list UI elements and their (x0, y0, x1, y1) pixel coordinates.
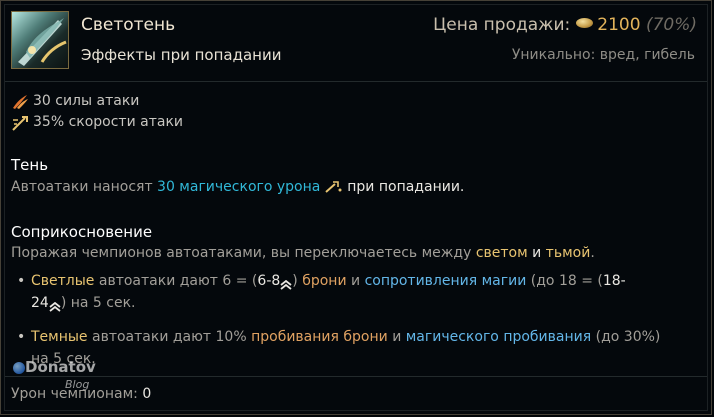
stats-list: 30 силы атаки 35% скорости атаки (11, 91, 183, 133)
range-value: 6-8 (257, 273, 281, 289)
desc-text: Поражая чемпионов автоатаками, вы перекл… (11, 245, 472, 261)
bullet-text-part: (до 18 = ( (530, 273, 603, 289)
keyword-light: светом (475, 245, 528, 261)
sell-price-value: 2100 (597, 15, 641, 35)
watermark-brand: Donatov (25, 358, 96, 376)
armor-text: брони (302, 273, 347, 289)
sell-price-percent: (70%) (645, 15, 697, 35)
bullet-text-part: ) на 5 сек. (60, 295, 136, 311)
bullet-text-part: автоатаки дают 6 = ( (98, 273, 258, 289)
passive-desc-shadow: Автоатаки наносят 30 магического урона п… (11, 179, 464, 195)
unique-tags: Уникально: вред, гибель (511, 47, 695, 63)
armor-pen-text: пробивания брони (251, 329, 388, 345)
bullet-text-part: автоатаки дают 10% (92, 329, 247, 345)
level-chevron-icon (280, 275, 292, 290)
stat-text: 35% скорости атаки (33, 114, 184, 130)
header-divider (5, 81, 707, 82)
bullet-text: Светлые автоатаки дают 6 = (6-8) брони и… (31, 270, 701, 314)
bullet-text-part: ) (292, 273, 298, 289)
range-value: 24 (31, 295, 49, 311)
desc-and: и (532, 245, 542, 261)
watermark-logo: Donatov Blog (13, 358, 133, 398)
globe-icon (13, 362, 25, 374)
stat-text: 30 силы атаки (33, 93, 140, 109)
attack-damage-icon (11, 94, 29, 110)
keyword-dark: Темные (31, 329, 88, 345)
item-tooltip: Светотень Эффекты при попадании Цена про… (0, 0, 712, 415)
blade-icon (11, 11, 69, 69)
watermark-sub: Blog (65, 378, 90, 391)
sell-price-label: Цена продажи: (433, 15, 571, 35)
bullet-text-part: (до 30%) (595, 329, 661, 345)
range-value: 18- (602, 273, 626, 289)
bullet-dot: • (17, 329, 26, 345)
attack-speed-icon (11, 115, 29, 131)
bullet-and: и (351, 273, 361, 289)
keyword-dark: тьмой (545, 245, 591, 261)
bullet-light: • Светлые автоатаки дают 6 = (6-8) брони… (17, 270, 701, 314)
bullet-and: и (392, 329, 402, 345)
on-hit-icon (325, 181, 343, 193)
passive-title-shadow: Тень (11, 156, 49, 174)
item-name: Светотень (81, 15, 176, 35)
desc-text-end: при попадании. (347, 179, 465, 195)
bullet-dot: • (17, 273, 26, 289)
stat-attack-speed: 35% скорости атаки (11, 112, 183, 133)
magic-damage-text: 30 магического урона (157, 179, 321, 195)
item-subtitle: Эффекты при попадании (81, 46, 282, 64)
sell-price: Цена продажи: 2100 (70%) (433, 15, 697, 35)
keyword-light: Светлые (31, 273, 95, 289)
passive-desc-contact: Поражая чемпионов автоатаками, вы перекл… (11, 245, 595, 261)
magic-resist-text: сопротивления магии (364, 273, 527, 289)
passive-title-contact: Соприкосновение (11, 223, 153, 241)
desc-period: . (590, 245, 595, 261)
desc-text: Автоатаки наносят (11, 179, 153, 195)
stat-attack-damage: 30 силы атаки (11, 91, 183, 112)
footer-value: 0 (142, 386, 152, 402)
magic-pen-text: магического пробивания (405, 329, 592, 345)
gold-coin-icon (576, 18, 594, 28)
level-chevron-icon (49, 297, 61, 312)
